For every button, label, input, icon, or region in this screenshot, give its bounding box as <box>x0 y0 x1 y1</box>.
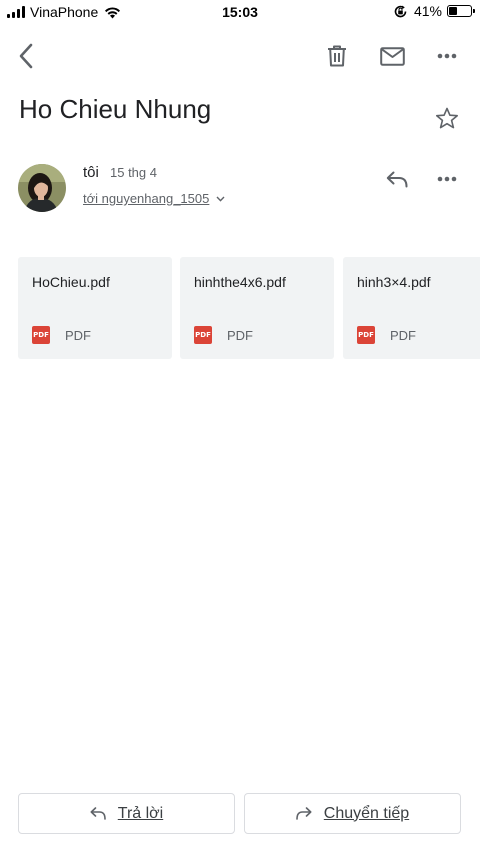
forward-button[interactable]: Chuyển tiếp <box>244 793 461 834</box>
star-icon <box>436 107 458 128</box>
avatar-image <box>18 164 66 212</box>
pdf-icon: PDF <box>32 326 50 344</box>
battery-percent: 41% <box>413 3 442 19</box>
attachment-name: hinh3×4.pdf <box>357 274 431 290</box>
pdf-icon: PDF <box>357 326 375 344</box>
reply-icon <box>386 171 408 187</box>
orientation-lock-icon <box>394 5 407 17</box>
battery-fill <box>449 7 457 15</box>
mail-icon <box>379 46 405 66</box>
back-icon <box>19 43 33 69</box>
reply-icon <box>90 807 106 820</box>
mark-unread-button[interactable] <box>374 38 410 74</box>
attachment-type: PDF <box>390 328 416 343</box>
attachment-type: PDF <box>227 328 253 343</box>
more-icon <box>437 176 457 182</box>
sender-name: tôi <box>83 164 99 181</box>
reply-icon-button[interactable] <box>382 164 412 194</box>
attachment-name: HoChieu.pdf <box>32 274 110 290</box>
star-button[interactable] <box>432 103 462 133</box>
status-bar: VinaPhone 15:03 41% <box>0 0 480 24</box>
chevron-down-icon <box>216 196 225 202</box>
forward-label: Chuyển tiếp <box>323 804 410 822</box>
recipient-label: tới nguyenhang_1505 <box>83 191 210 206</box>
email-date: 15 thg 4 <box>110 165 157 180</box>
more-icon <box>437 53 457 59</box>
forward-icon <box>295 807 312 820</box>
more-options-button[interactable] <box>430 38 464 74</box>
pdf-icon: PDF <box>194 326 212 344</box>
reply-button[interactable]: Trả lời <box>18 793 235 834</box>
sender-avatar[interactable] <box>18 164 66 212</box>
attachment-type: PDF <box>65 328 91 343</box>
reply-label: Trả lời <box>117 804 164 822</box>
status-right: 41% <box>393 3 475 19</box>
attachment-card[interactable]: hinh3×4.pdf PDF PDF <box>343 257 480 359</box>
sender-more-button[interactable] <box>432 164 462 194</box>
battery-icon <box>447 5 475 17</box>
attachment-card[interactable]: HoChieu.pdf PDF PDF <box>18 257 172 359</box>
back-button[interactable] <box>10 38 42 74</box>
delete-button[interactable] <box>320 38 354 74</box>
top-toolbar <box>0 36 480 76</box>
email-subject: Ho Chieu Nhung <box>19 94 212 124</box>
attachment-name: hinhthe4x6.pdf <box>194 274 286 290</box>
attachment-card[interactable]: hinhthe4x6.pdf PDF PDF <box>180 257 334 359</box>
recipient-details[interactable]: tới nguyenhang_1505 <box>83 191 225 206</box>
delete-icon <box>328 45 346 67</box>
attachments-strip[interactable]: HoChieu.pdf PDF PDF hinhthe4x6.pdf PDF P… <box>18 257 480 359</box>
